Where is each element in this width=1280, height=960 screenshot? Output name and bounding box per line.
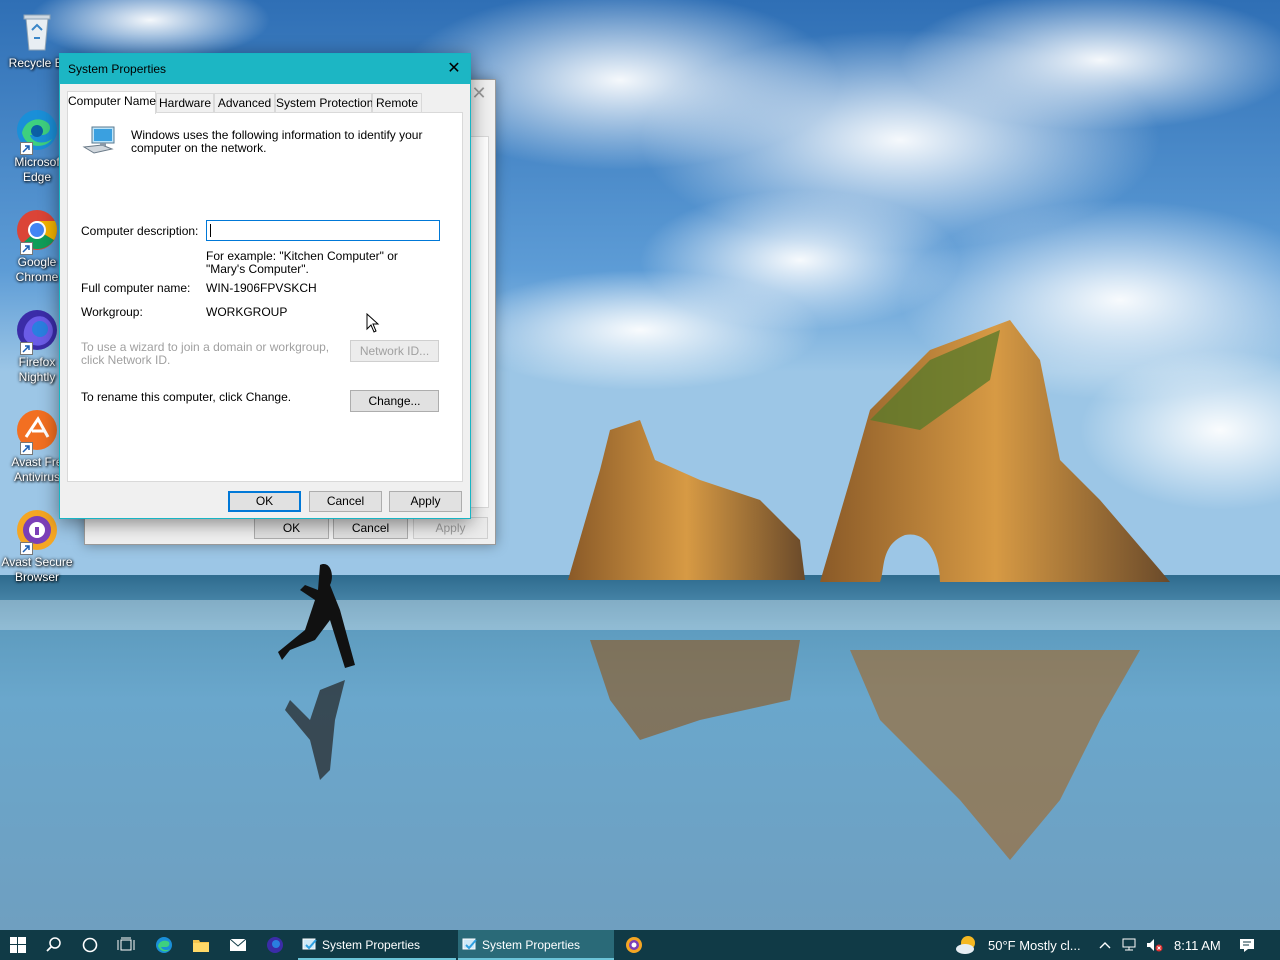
computer-description-input[interactable] — [206, 220, 440, 241]
computer-name-panel: Windows uses the following information t… — [67, 112, 463, 482]
desktop-icon-label: Avast Secure Browser — [1, 555, 73, 584]
action-center-icon[interactable] — [1234, 930, 1260, 960]
intro-text: Windows uses the following information t… — [131, 128, 423, 155]
close-icon[interactable]: ✕ — [469, 84, 489, 104]
task-view-icon[interactable] — [108, 930, 144, 960]
shortcut-arrow-icon — [20, 142, 33, 155]
weather-text[interactable]: 50°F Mostly cl... — [988, 938, 1081, 953]
full-computer-name-value: WIN-1906FPVSKCH — [206, 281, 317, 295]
shortcut-arrow-icon — [20, 542, 33, 555]
description-example-text: For example: "Kitchen Computer" or "Mary… — [206, 249, 398, 276]
shortcut-arrow-icon — [20, 242, 33, 255]
full-computer-name-label: Full computer name: — [81, 281, 191, 295]
taskbar-app-system-properties-active[interactable]: System Properties — [458, 930, 614, 960]
system-properties-dialog[interactable]: System Properties ✕ Computer Name Hardwa… — [59, 53, 471, 519]
windows-start-icon[interactable] — [0, 930, 36, 960]
avast-secure-browser-icon[interactable] — [616, 930, 652, 960]
cancel-button[interactable]: Cancel — [309, 491, 382, 512]
chrome-icon — [14, 207, 60, 255]
clock-time[interactable]: 8:11 AM — [1174, 938, 1221, 953]
avast-secure-browser-icon — [14, 507, 60, 555]
mail-icon[interactable] — [220, 930, 256, 960]
cancel-button[interactable]: Cancel — [333, 517, 408, 539]
system-properties-icon — [462, 938, 477, 950]
workgroup-value: WORKGROUP — [206, 305, 288, 319]
network-icon[interactable] — [1119, 930, 1141, 960]
tab-remote[interactable]: Remote — [372, 93, 422, 113]
tab-hardware[interactable]: Hardware — [156, 93, 214, 113]
title-bar[interactable]: System Properties ✕ — [60, 54, 470, 84]
tab-computer-name[interactable]: Computer Name — [67, 91, 156, 114]
weather-icon[interactable] — [952, 930, 982, 960]
close-icon[interactable]: ✕ — [440, 55, 468, 83]
chevron-up-icon[interactable] — [1096, 930, 1114, 960]
workgroup-label: Workgroup: — [81, 305, 143, 319]
taskbar-app-label: System Properties — [322, 938, 421, 952]
network-id-button[interactable]: Network ID... — [350, 340, 439, 362]
recycle-bin-icon — [14, 8, 60, 54]
system-properties-icon — [302, 938, 317, 950]
ok-button[interactable]: OK — [228, 491, 301, 512]
computer-description-label: Computer description: — [81, 224, 199, 238]
shortcut-arrow-icon — [20, 442, 33, 455]
edge-icon — [14, 107, 60, 155]
apply-button[interactable]: Apply — [389, 491, 462, 512]
apply-button[interactable]: Apply — [413, 517, 488, 539]
window-title: System Properties — [68, 62, 167, 76]
firefox-nightly-icon — [14, 307, 60, 355]
taskbar-app-label: System Properties — [482, 938, 581, 952]
cortana-icon[interactable] — [72, 930, 108, 960]
network-id-text: To use a wizard to join a domain or work… — [81, 340, 330, 367]
taskbar-app-system-properties[interactable]: System Properties — [298, 930, 456, 960]
tab-advanced[interactable]: Advanced — [214, 93, 275, 113]
taskbar: System Properties System Properties 50°F… — [0, 930, 1280, 960]
avast-antivirus-icon — [14, 407, 60, 455]
search-icon[interactable] — [36, 930, 72, 960]
file-explorer-icon[interactable] — [183, 930, 219, 960]
mouse-pointer-icon — [366, 312, 380, 334]
ok-button[interactable]: OK — [254, 517, 329, 539]
shortcut-arrow-icon — [20, 342, 33, 355]
rename-text: To rename this computer, click Change. — [81, 390, 292, 404]
edge-icon[interactable] — [146, 930, 182, 960]
computer-icon — [82, 125, 118, 157]
text-caret — [210, 224, 211, 237]
volume-muted-icon[interactable] — [1143, 930, 1165, 960]
firefox-nightly-icon[interactable] — [257, 930, 293, 960]
tab-system-protection[interactable]: System Protection — [275, 93, 373, 113]
change-button[interactable]: Change... — [350, 390, 439, 412]
